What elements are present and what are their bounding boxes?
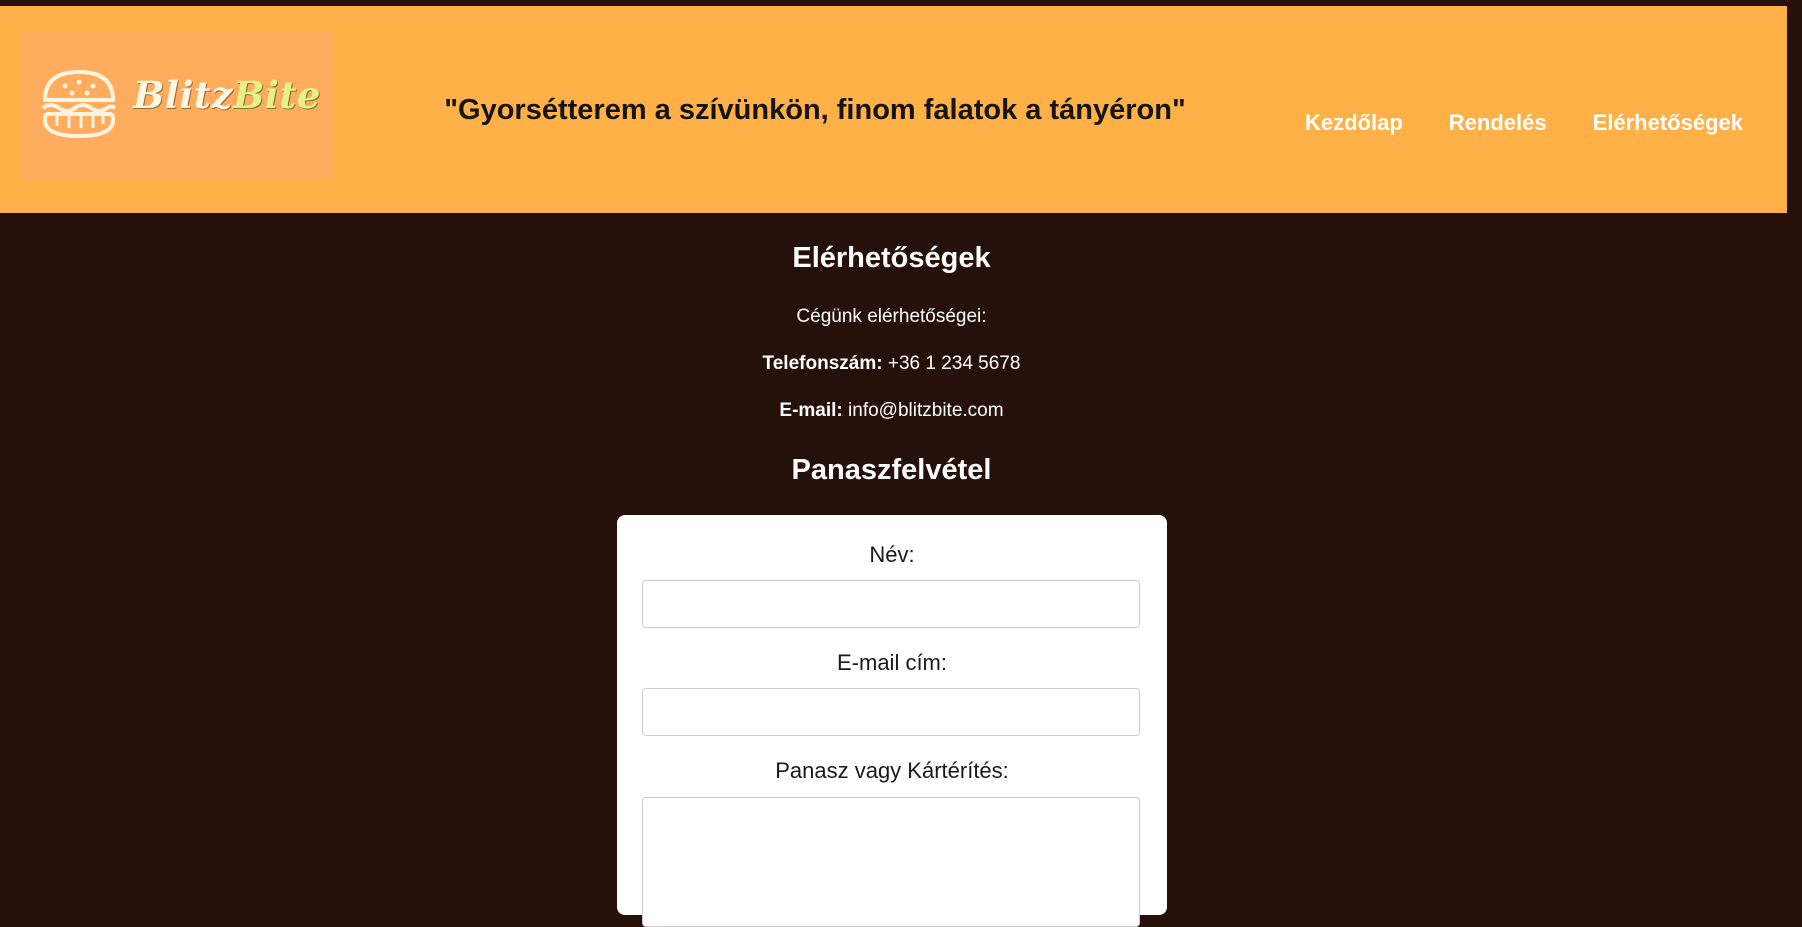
nav-link-order[interactable]: Rendelés (1449, 110, 1547, 136)
nav-link-contact[interactable]: Elérhetőségek (1593, 110, 1743, 136)
email-field-label: E-mail cím: (837, 650, 947, 675)
name-input[interactable] (642, 580, 1140, 628)
contact-phone: Telefonszám: +36 1 234 5678 (0, 353, 1783, 375)
contact-intro: Cégünk elérhetőségei: (796, 306, 987, 327)
complaint-form: Név: E-mail cím: Panasz vagy Kártérítés: (617, 515, 1167, 927)
nav-link-home[interactable]: Kezdőlap (1305, 110, 1403, 136)
site-header: BlitzBite "Gyorsétterem a szívünkön, fin… (0, 6, 1787, 213)
email-value: info@blitzbite.com (848, 400, 1004, 421)
main-nav: Kezdőlap Rendelés Elérhetőségek (1305, 110, 1743, 136)
name-label: Név: (869, 542, 915, 567)
complaint-heading: Panaszfelvétel (791, 454, 992, 486)
contact-email: E-mail: info@blitzbite.com (0, 400, 1783, 422)
phone-label: Telefonszám: (762, 353, 883, 374)
email-input[interactable] (642, 688, 1140, 736)
message-label: Panasz vagy Kártérítés: (775, 758, 1009, 783)
phone-value: +36 1 234 5678 (887, 353, 1021, 374)
contact-heading: Elérhetőségek (792, 242, 991, 274)
message-textarea[interactable] (642, 797, 1140, 927)
email-label: E-mail: (779, 400, 843, 421)
